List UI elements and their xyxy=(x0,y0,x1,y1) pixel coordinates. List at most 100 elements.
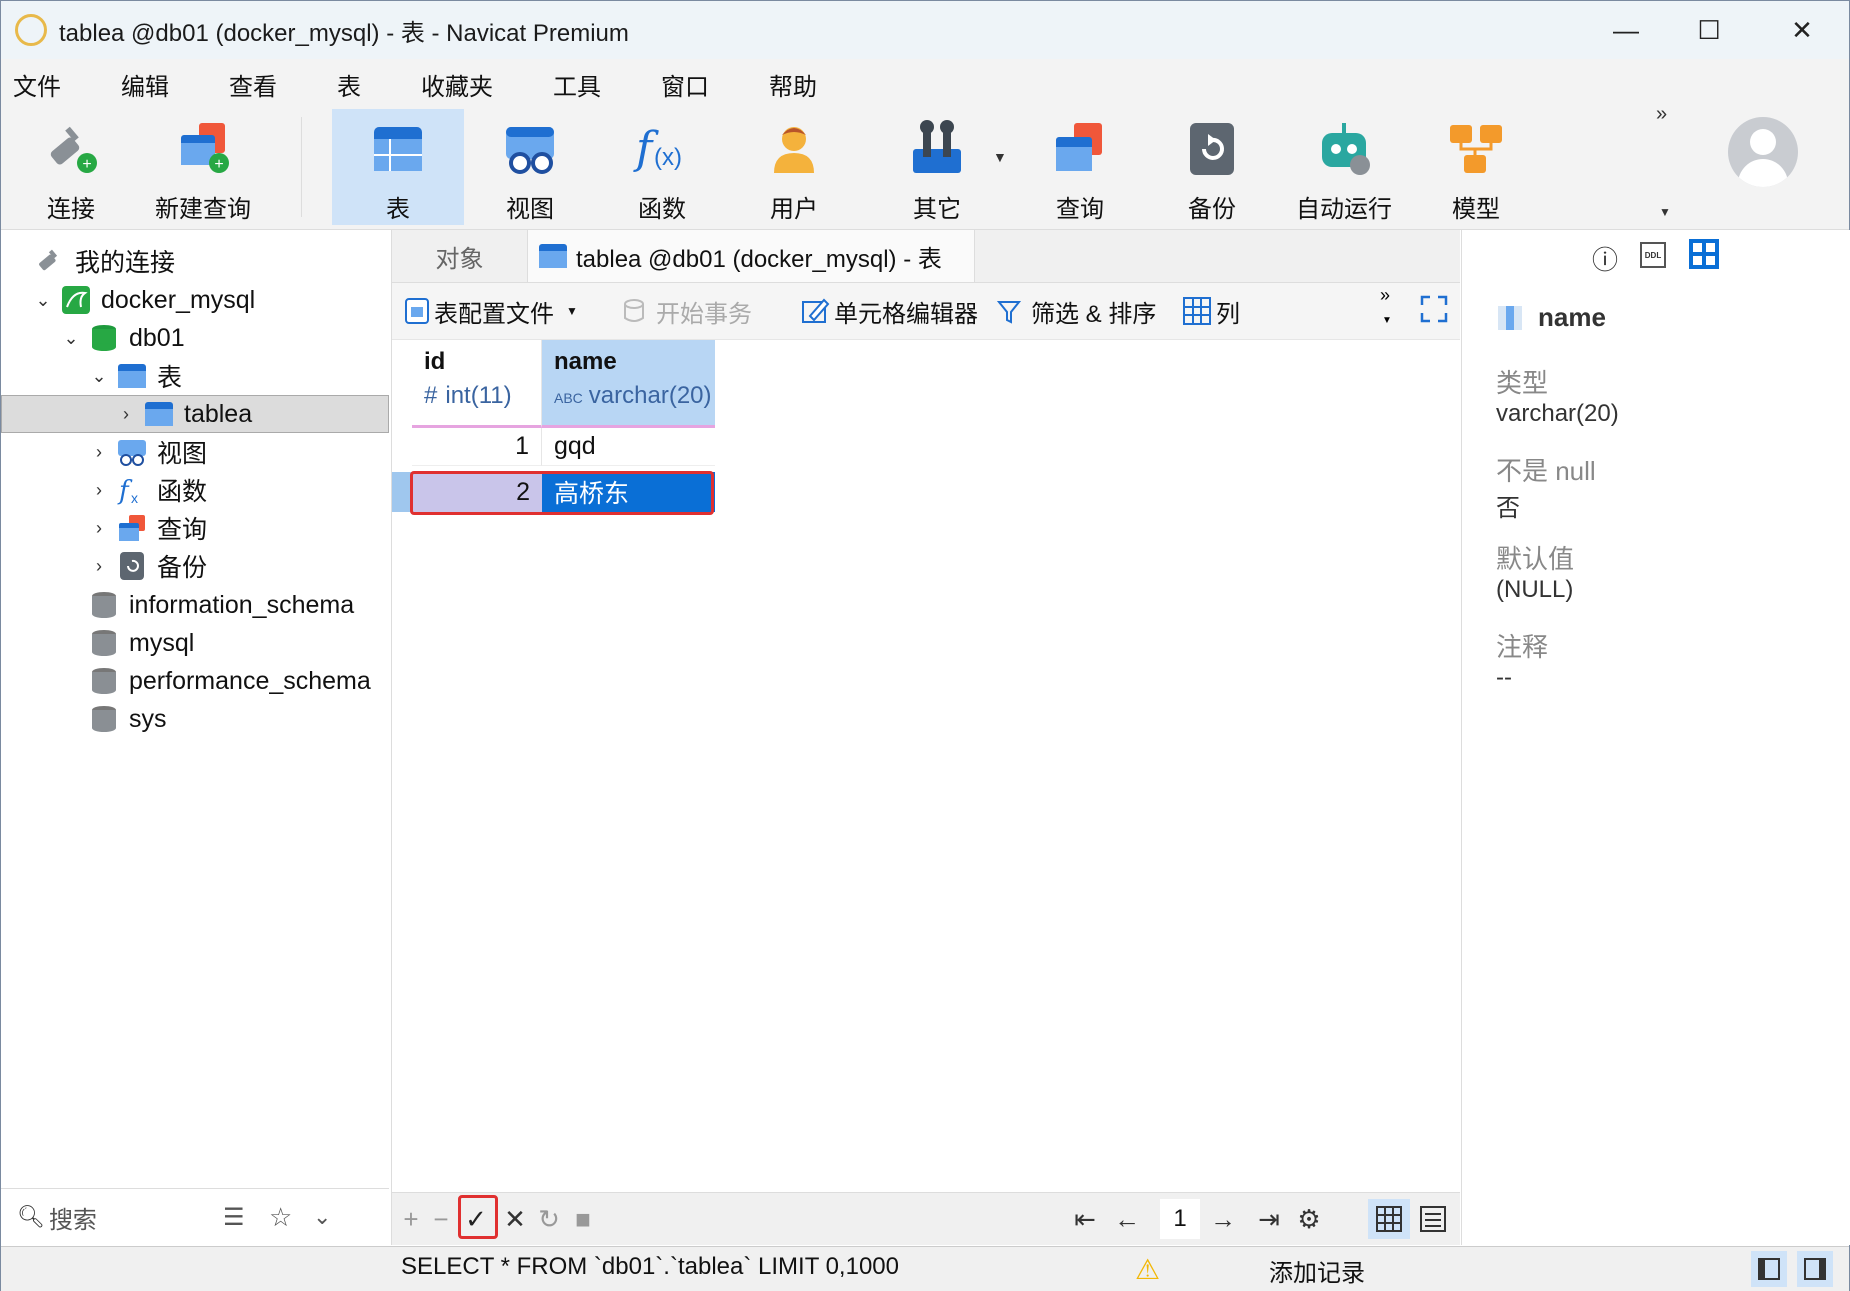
backup-button[interactable]: 备份 xyxy=(1146,109,1278,225)
other-dropdown-icon[interactable]: ▼ xyxy=(993,149,1007,165)
cell-editor-button[interactable]: 单元格编辑器 xyxy=(800,291,978,331)
other-button[interactable]: 其它 xyxy=(871,109,1003,225)
table-cell-name[interactable]: gqd xyxy=(542,428,715,466)
info-icon[interactable]: ⓘ xyxy=(1592,240,1618,277)
default-label: 默认值 xyxy=(1496,544,1575,574)
row-selector[interactable] xyxy=(392,472,412,512)
page-number-input[interactable]: 1 xyxy=(1160,1199,1200,1239)
chevron-right-icon[interactable]: › xyxy=(89,518,109,539)
begin-transaction-button[interactable]: 开始事务 xyxy=(622,291,752,331)
backup-icon xyxy=(117,551,147,581)
collapse-icon[interactable]: ⌄ xyxy=(313,1204,331,1230)
stop-icon[interactable]: ■ xyxy=(568,1199,598,1239)
menu-table[interactable]: 表 xyxy=(325,67,385,102)
maximize-button[interactable]: ☐ xyxy=(1664,1,1754,59)
function-button[interactable]: f (x) 函数 xyxy=(596,109,728,225)
previous-page-icon[interactable]: ← xyxy=(1110,1199,1144,1239)
tree-database-mysql[interactable]: mysql xyxy=(1,624,389,662)
toolbar-overflow-icon[interactable]: ▼ xyxy=(1659,205,1671,219)
avatar[interactable] xyxy=(1728,117,1798,187)
tab-tablea[interactable]: tablea @db01 (docker_mysql) - 表 xyxy=(527,230,975,282)
fullscreen-icon[interactable] xyxy=(1420,295,1448,323)
next-page-icon[interactable]: → xyxy=(1206,1199,1240,1239)
database-icon xyxy=(89,704,119,734)
highlight-box xyxy=(410,471,714,515)
table-cell-id[interactable]: 1 xyxy=(412,428,542,466)
tree-views-group[interactable]: › 视图 xyxy=(1,433,389,471)
chevron-right-icon[interactable]: › xyxy=(116,404,136,425)
tree-tables-group[interactable]: ⌄ 表 xyxy=(1,357,389,395)
new-query-button[interactable]: + 新建查询 xyxy=(137,109,269,225)
default-value: (NULL) xyxy=(1496,576,1574,603)
connect-button[interactable]: + 连接 xyxy=(5,109,137,225)
discard-changes-icon[interactable]: ✕ xyxy=(500,1199,530,1239)
query-button[interactable]: 查询 xyxy=(1014,109,1146,225)
tree-connection-docker-mysql[interactable]: ⌄ docker_mysql xyxy=(1,281,389,319)
transaction-icon xyxy=(622,296,652,326)
subtoolbar-overflow-icon[interactable]: ▼ xyxy=(1382,315,1392,326)
toggle-left-pane-icon[interactable] xyxy=(1751,1251,1787,1287)
chevron-down-icon[interactable]: ⌄ xyxy=(61,328,81,349)
filter-icon xyxy=(996,296,1027,326)
chevron-right-icon[interactable]: › xyxy=(89,480,109,501)
add-record-icon[interactable]: + xyxy=(396,1199,426,1239)
window-title: tablea @db01 (docker_mysql) - 表 - Navica… xyxy=(59,19,629,47)
chevron-down-icon[interactable]: ⌄ xyxy=(89,366,109,387)
tree-database-information-schema[interactable]: information_schema xyxy=(1,586,389,624)
ddl-icon[interactable]: DDL xyxy=(1640,242,1666,268)
view-icon xyxy=(117,437,147,467)
menu-view[interactable]: 查看 xyxy=(217,67,301,102)
toggle-right-pane-icon[interactable] xyxy=(1797,1251,1833,1287)
refresh-icon[interactable]: ↻ xyxy=(534,1199,564,1239)
star-icon[interactable]: ☆ xyxy=(269,1202,292,1233)
chevron-down-icon[interactable]: ⌄ xyxy=(33,290,53,311)
tree-database-performance-schema[interactable]: performance_schema xyxy=(1,662,389,700)
chevron-right-icon[interactable]: › xyxy=(89,442,109,463)
tree-my-connections[interactable]: 我的连接 xyxy=(1,242,389,280)
column-header-id[interactable]: id # int(11) xyxy=(412,340,542,428)
column-header-name[interactable]: name ABC varchar(20) xyxy=(542,340,715,428)
columns-button[interactable]: 列 xyxy=(1182,291,1240,331)
database-icon xyxy=(89,666,119,696)
view-icon xyxy=(500,119,560,179)
chevron-right-icon[interactable]: › xyxy=(89,556,109,577)
tree-database-db01[interactable]: ⌄ db01 xyxy=(1,319,389,357)
tree-database-sys[interactable]: sys xyxy=(1,700,389,738)
first-page-icon[interactable]: ⇤ xyxy=(1068,1199,1102,1239)
navicat-logo-icon xyxy=(15,14,47,46)
menu-help[interactable]: 帮助 xyxy=(757,67,841,102)
menu-edit[interactable]: 编辑 xyxy=(109,67,193,102)
view-button[interactable]: 视图 xyxy=(464,109,596,225)
tree-backups-group[interactable]: › 备份 xyxy=(1,547,389,585)
menu-window[interactable]: 窗口 xyxy=(649,67,733,102)
warning-icon[interactable]: ⚠ xyxy=(1135,1253,1160,1286)
search-input[interactable]: 搜索 xyxy=(49,1200,97,1235)
form-view-icon[interactable] xyxy=(1412,1199,1454,1239)
profile-button[interactable]: 表配置文件 ▼ xyxy=(404,291,578,331)
toolbar-more-button[interactable]: » xyxy=(1656,103,1667,126)
model-button[interactable]: 模型 xyxy=(1410,109,1542,225)
close-button[interactable]: ✕ xyxy=(1757,1,1847,59)
table-button[interactable]: 表 xyxy=(332,109,464,225)
tree-table-tablea[interactable]: › tablea xyxy=(1,395,389,433)
menu-file[interactable]: 文件 xyxy=(1,67,85,102)
subtoolbar-more-icon[interactable]: » xyxy=(1380,285,1390,306)
tree-functions-group[interactable]: › fx 函数 xyxy=(1,471,389,509)
filter-sort-button[interactable]: 筛选 & 排序 xyxy=(996,291,1156,331)
grid-layout-icon[interactable] xyxy=(1688,238,1720,270)
menu-tools[interactable]: 工具 xyxy=(541,67,625,102)
tab-objects[interactable]: 对象 xyxy=(392,230,527,282)
user-button[interactable]: 用户 xyxy=(728,109,860,225)
comment-value: -- xyxy=(1496,664,1512,691)
automation-button[interactable]: 自动运行 xyxy=(1278,109,1410,225)
tree-queries-group[interactable]: › 查询 xyxy=(1,509,389,547)
grid-view-icon[interactable] xyxy=(1368,1199,1410,1239)
menu-favorites[interactable]: 收藏夹 xyxy=(409,67,517,102)
minimize-button[interactable]: — xyxy=(1581,1,1671,59)
navigator-search-bar[interactable]: 🔍︎ 搜索 ☰ ☆ ⌄ xyxy=(1,1188,389,1245)
field-info-pane: ⓘ DDL name 类型 varchar(20) 不是 null 否 默认值 … xyxy=(1461,230,1850,1245)
delete-record-icon[interactable]: − xyxy=(426,1199,456,1239)
filter-icon[interactable]: ☰ xyxy=(223,1203,245,1232)
last-page-icon[interactable]: ⇥ xyxy=(1252,1199,1286,1239)
gear-icon[interactable]: ⚙ xyxy=(1292,1199,1326,1239)
